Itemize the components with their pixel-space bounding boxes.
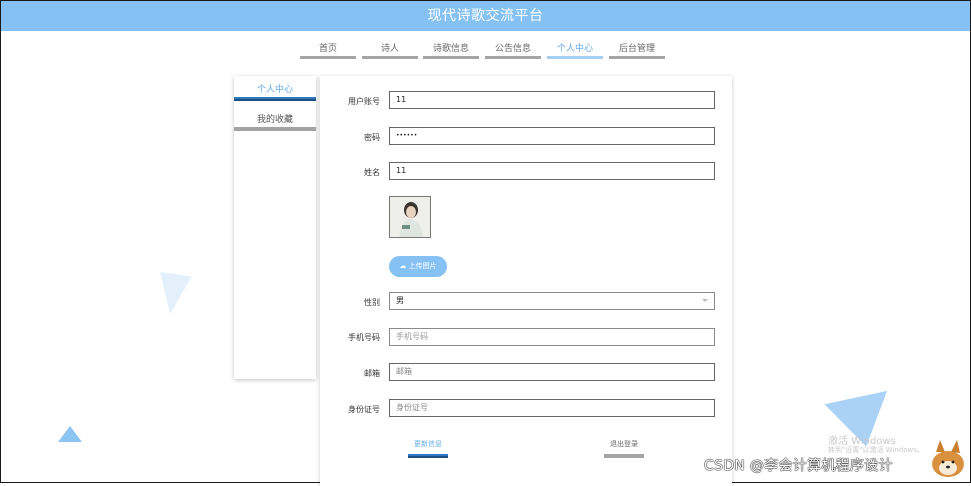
nav-underline bbox=[362, 56, 418, 59]
sidebar-item-favorites[interactable]: 我的收藏 bbox=[234, 106, 316, 134]
phone-placeholder: 手机号码 bbox=[396, 332, 428, 341]
sidebar-underline bbox=[234, 127, 316, 131]
upload-label: 上传图片 bbox=[408, 262, 437, 270]
phone-field[interactable]: 手机号码 bbox=[389, 328, 715, 346]
nav-item-label: 诗人 bbox=[380, 44, 399, 54]
logout-underline bbox=[604, 454, 644, 458]
nav-item-home[interactable]: 首页 bbox=[300, 41, 356, 59]
nav-item-notices[interactable]: 公告信息 bbox=[485, 41, 541, 59]
sidebar-item-profile[interactable]: 个人中心 bbox=[234, 76, 316, 104]
idcard-placeholder: 身份证号 bbox=[396, 403, 428, 412]
update-underline bbox=[408, 454, 448, 458]
nav-underline bbox=[423, 56, 479, 59]
update-label: 更新信息 bbox=[414, 440, 442, 448]
top-nav: 首页 诗人 诗歌信息 公告信息 个人中心 后台管理 bbox=[0, 41, 971, 63]
decor-triangle-left bbox=[154, 271, 192, 317]
account-value: 11 bbox=[396, 95, 407, 104]
nav-item-label: 公告信息 bbox=[494, 44, 531, 54]
sidebar: 个人中心 我的收藏 bbox=[234, 76, 316, 379]
sidebar-item-label: 个人中心 bbox=[256, 85, 293, 95]
update-info-button[interactable]: 更新信息 bbox=[408, 439, 448, 458]
account-label: 用户账号 bbox=[348, 97, 380, 106]
account-field[interactable]: 11 bbox=[389, 91, 715, 109]
password-label: 密码 bbox=[364, 133, 380, 142]
nav-item-label: 个人中心 bbox=[556, 44, 593, 54]
decor-triangle-bottom-left bbox=[58, 426, 82, 442]
gender-label: 性别 bbox=[364, 298, 380, 307]
cloud-upload-icon: ☁ bbox=[399, 262, 407, 270]
nav-item-poets[interactable]: 诗人 bbox=[362, 41, 418, 59]
phone-label: 手机号码 bbox=[348, 333, 380, 342]
sidebar-item-label: 我的收藏 bbox=[256, 115, 293, 125]
email-label: 邮箱 bbox=[364, 369, 380, 378]
nav-underline bbox=[547, 56, 603, 59]
app-title: 现代诗歌交流平台 bbox=[427, 8, 544, 24]
idcard-label: 身份证号 bbox=[348, 405, 380, 414]
nav-underline bbox=[300, 56, 356, 59]
sidebar-underline bbox=[234, 97, 316, 101]
profile-form: 用户账号 11 密码 •••••• 姓名 11 ☁ 上传图片 性别 男 手机号码… bbox=[320, 76, 732, 486]
nav-item-label: 首页 bbox=[318, 44, 337, 54]
nav-item-label: 诗歌信息 bbox=[432, 44, 469, 54]
gender-value: 男 bbox=[396, 296, 404, 305]
app-header: 现代诗歌交流平台 bbox=[1, 1, 970, 31]
password-field[interactable]: •••••• bbox=[389, 127, 715, 145]
activate-windows-subtitle: 转到"设置"以激活 Windows。 bbox=[828, 446, 924, 454]
nav-item-admin[interactable]: 后台管理 bbox=[609, 41, 665, 59]
email-placeholder: 邮箱 bbox=[396, 367, 412, 376]
nav-underline bbox=[609, 56, 665, 59]
password-value: •••••• bbox=[396, 132, 418, 139]
logout-button[interactable]: 退出登录 bbox=[604, 439, 644, 458]
name-field[interactable]: 11 bbox=[389, 162, 715, 180]
chevron-down-icon bbox=[702, 299, 708, 302]
name-label: 姓名 bbox=[364, 168, 380, 177]
csdn-watermark: CSDN @李会计算机程序设计 bbox=[704, 458, 893, 474]
nav-item-poems[interactable]: 诗歌信息 bbox=[423, 41, 479, 59]
email-field[interactable]: 邮箱 bbox=[389, 363, 715, 381]
idcard-field[interactable]: 身份证号 bbox=[389, 399, 715, 417]
avatar-image bbox=[389, 196, 431, 238]
upload-image-button[interactable]: ☁ 上传图片 bbox=[389, 256, 447, 277]
nav-underline bbox=[485, 56, 541, 59]
dog-sticker-image bbox=[924, 438, 968, 478]
nav-item-profile[interactable]: 个人中心 bbox=[547, 41, 603, 59]
name-value: 11 bbox=[396, 166, 407, 175]
nav-item-label: 后台管理 bbox=[618, 44, 655, 54]
logout-label: 退出登录 bbox=[610, 440, 638, 448]
gender-select[interactable]: 男 bbox=[389, 292, 715, 310]
